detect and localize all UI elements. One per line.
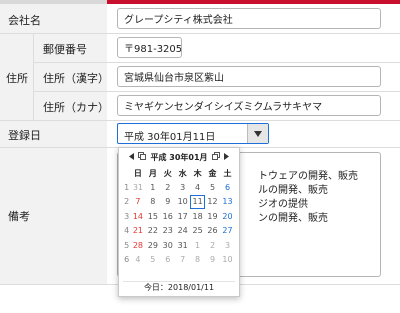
day-cell[interactable]: 4	[130, 253, 145, 268]
calendar-title[interactable]: 平成 30年01月	[150, 152, 207, 163]
remarks-line: トウェアの開発、販売	[258, 171, 358, 182]
weekday-label: 火	[163, 168, 172, 178]
week-row: 6 4 5 6 7 8 9 10	[123, 253, 235, 268]
day-cell[interactable]: 12	[205, 195, 220, 210]
weekday-label: 金	[208, 168, 217, 178]
kanji-label: 住所（漢字）	[43, 72, 109, 85]
week-row: 1 31 1 2 3 4 5 6	[123, 180, 235, 195]
day-cell[interactable]: 8	[145, 195, 160, 210]
day-cell[interactable]: 3	[220, 238, 235, 253]
day-cell[interactable]: 4	[190, 180, 205, 195]
week-row: 5 28 29 30 31 1 2 3	[123, 238, 235, 253]
day-cell[interactable]: 9	[160, 195, 175, 210]
week-number: 1	[124, 182, 130, 192]
today-button[interactable]: 今日：2018/01/11	[119, 282, 239, 293]
day-cell[interactable]: 2	[160, 180, 175, 195]
day-cell[interactable]: 28	[130, 238, 145, 253]
triangle-down-icon[interactable]	[247, 124, 268, 143]
company-label-cell: 会社名	[0, 4, 107, 33]
day-cell[interactable]: 20	[220, 209, 235, 224]
weekday-label: 木	[193, 168, 202, 178]
day-cell[interactable]: 15	[145, 209, 160, 224]
weekday-label: 月	[148, 168, 157, 178]
remarks-line: ジオの提供	[258, 199, 308, 210]
calendar-body: 1 31 1 2 3 4 5 6 2 7 8 9 10 11 12 13 3 1…	[123, 180, 235, 267]
calendar-grid: 日 月 火 水 木 金 土 1 31 1 2 3 4 5 6 2 7 8 9 1…	[123, 166, 235, 267]
week-number: 3	[124, 211, 130, 221]
day-cell[interactable]: 18	[190, 209, 205, 224]
day-cell[interactable]: 9	[205, 253, 220, 268]
calendar-copy-icon[interactable]	[211, 152, 220, 162]
triangle-left-icon[interactable]	[129, 152, 135, 162]
day-cell[interactable]: 30	[160, 238, 175, 253]
weekday-header-row: 日 月 火 水 木 金 土	[123, 166, 235, 180]
company-input[interactable]: グレープシティ株式会社	[117, 8, 381, 29]
date-value: 平成 30年01月11日	[124, 132, 216, 143]
day-cell[interactable]: 10	[175, 195, 190, 210]
registered-label: 登録日	[8, 129, 41, 142]
week-number: 6	[124, 255, 130, 265]
remarks-line: ンの開発、販売	[258, 213, 328, 224]
kana-label-cell: 住所（カナ）	[34, 92, 109, 120]
weekday-label: 土	[223, 168, 232, 178]
day-cell[interactable]: 16	[160, 209, 175, 224]
day-cell[interactable]: 24	[175, 224, 190, 239]
day-cell[interactable]: 5	[145, 253, 160, 268]
postal-label: 郵便番号	[43, 43, 87, 56]
week-row: 2 7 8 9 10 11 12 13	[123, 194, 235, 210]
address-group-label: 住所	[6, 72, 28, 85]
week-number-header	[123, 166, 130, 180]
postal-label-cell: 郵便番号	[34, 34, 107, 62]
day-cell[interactable]: 8	[190, 253, 205, 268]
day-cell[interactable]: 6	[160, 253, 175, 268]
day-cell[interactable]: 29	[145, 238, 160, 253]
registered-label-cell: 登録日	[0, 121, 107, 147]
top-accent-bar-red	[107, 0, 400, 4]
address-group-label-cell: 住所	[0, 34, 33, 120]
remarks-label-cell: 備考	[0, 148, 107, 284]
day-cell[interactable]: 17	[175, 209, 190, 224]
day-cell[interactable]: 26	[205, 224, 220, 239]
day-cell[interactable]: 5	[205, 180, 220, 195]
day-cell[interactable]: 1	[190, 238, 205, 253]
calendar-popup: 平成 30年01月 日 月 火 水 木 金 土 1 31 1 2 3 4 5 6…	[118, 147, 240, 297]
week-number: 2	[124, 197, 130, 207]
day-cell[interactable]: 14	[130, 209, 145, 224]
day-cell[interactable]: 23	[160, 224, 175, 239]
week-row: 4 21 22 23 24 25 26 27	[123, 224, 235, 239]
day-cell[interactable]: 3	[175, 180, 190, 195]
kana-input[interactable]: ミヤギケンセンダイシイズミクムラサキヤマ	[117, 95, 381, 116]
day-cell[interactable]: 2	[205, 238, 220, 253]
day-cell[interactable]: 7	[130, 195, 145, 210]
day-cell[interactable]: 10	[220, 253, 235, 268]
week-row: 3 14 15 16 17 18 19 20	[123, 209, 235, 224]
kanji-input[interactable]: 宮城県仙台市泉区紫山	[117, 66, 381, 87]
week-number: 4	[124, 226, 130, 236]
kanji-label-cell: 住所（漢字）	[34, 63, 109, 91]
weekday-label: 日	[133, 168, 142, 178]
calendar-header: 平成 30年01月	[119, 150, 239, 164]
day-cell[interactable]: 22	[145, 224, 160, 239]
remarks-label: 備考	[8, 210, 30, 223]
day-cell[interactable]: 19	[205, 209, 220, 224]
day-cell[interactable]: 31	[130, 180, 145, 195]
triangle-right-icon[interactable]	[223, 152, 229, 162]
day-cell[interactable]: 27	[220, 224, 235, 239]
remarks-line: ルの開発、販売	[258, 185, 328, 196]
company-label: 会社名	[8, 14, 41, 27]
day-cell[interactable]: 21	[130, 224, 145, 239]
week-number: 5	[124, 240, 130, 250]
kana-label: 住所（カナ）	[43, 101, 109, 114]
day-cell[interactable]: 1	[145, 180, 160, 195]
date-picker-field[interactable]: 平成 30年01月11日	[117, 123, 269, 144]
day-cell[interactable]: 25	[190, 224, 205, 239]
day-cell[interactable]: 31	[175, 238, 190, 253]
day-cell[interactable]: 11	[190, 194, 206, 209]
day-cell[interactable]: 13	[220, 195, 235, 210]
day-cell[interactable]: 7	[175, 253, 190, 268]
day-cell[interactable]: 6	[220, 180, 235, 195]
weekday-label: 水	[178, 168, 187, 178]
postal-input[interactable]: 〒981-3205	[117, 37, 182, 58]
calendar-view-icon[interactable]	[138, 152, 147, 162]
